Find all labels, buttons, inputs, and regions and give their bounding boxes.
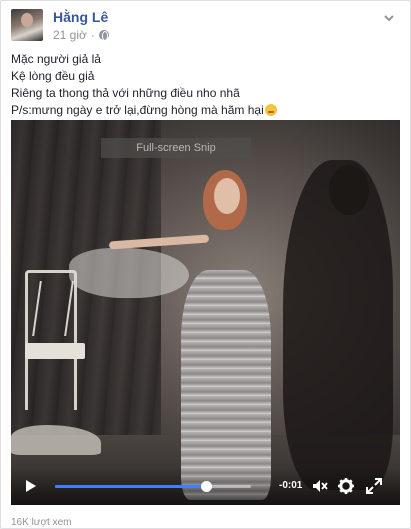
post-card: Hằng Lê 21 giờ · Mặc người giả lả Kệ lòn… xyxy=(0,0,411,529)
emoji-icon xyxy=(264,104,277,116)
post-meta: Hằng Lê 21 giờ · xyxy=(53,9,109,42)
post-line: Riêng ta thong thả với những điều nho nh… xyxy=(11,86,240,100)
progress-bar[interactable] xyxy=(55,481,251,492)
author-name[interactable]: Hằng Lê xyxy=(53,9,109,25)
chevron-down-icon[interactable] xyxy=(382,11,396,25)
snip-overlay-label[interactable]: Full-screen Snip xyxy=(101,138,251,158)
post-line: P/s:mưng ngày e trở lại,đừng hòng mà hãm… xyxy=(11,103,264,117)
progress-handle[interactable] xyxy=(200,481,212,492)
time-remaining: -0:01 xyxy=(279,480,303,491)
post-text: Mặc người giả lả Kệ lòng đều giả Riêng t… xyxy=(11,51,401,119)
fullscreen-icon[interactable] xyxy=(365,477,383,495)
gear-icon[interactable] xyxy=(337,477,355,495)
avatar[interactable] xyxy=(11,9,43,41)
chair xyxy=(25,270,85,410)
view-count[interactable]: 16K lượt xem xyxy=(11,517,72,529)
video-frame xyxy=(11,120,400,505)
post-line: Mặc người giả lả xyxy=(11,52,101,66)
post-time-row: 21 giờ · xyxy=(53,28,109,42)
wall-shadow-head xyxy=(329,165,369,215)
scarf xyxy=(69,248,189,298)
mute-icon[interactable] xyxy=(311,477,329,495)
progress-fill xyxy=(55,485,206,488)
face xyxy=(214,178,240,214)
video-player[interactable]: Full-screen Snip -0:01 xyxy=(11,120,400,505)
post-header: Hằng Lê 21 giờ · xyxy=(11,9,109,42)
video-controls: -0:01 xyxy=(11,467,400,505)
fringe-dress xyxy=(181,270,271,500)
play-icon[interactable] xyxy=(23,479,37,493)
separator: · xyxy=(90,28,95,42)
globe-icon[interactable] xyxy=(98,30,109,41)
post-line-ps: P/s:mưng ngày e trở lại,đừng hòng mà hãm… xyxy=(11,102,401,119)
post-line: Kệ lòng đều giả xyxy=(11,69,95,83)
post-time[interactable]: 21 giờ xyxy=(53,28,87,42)
